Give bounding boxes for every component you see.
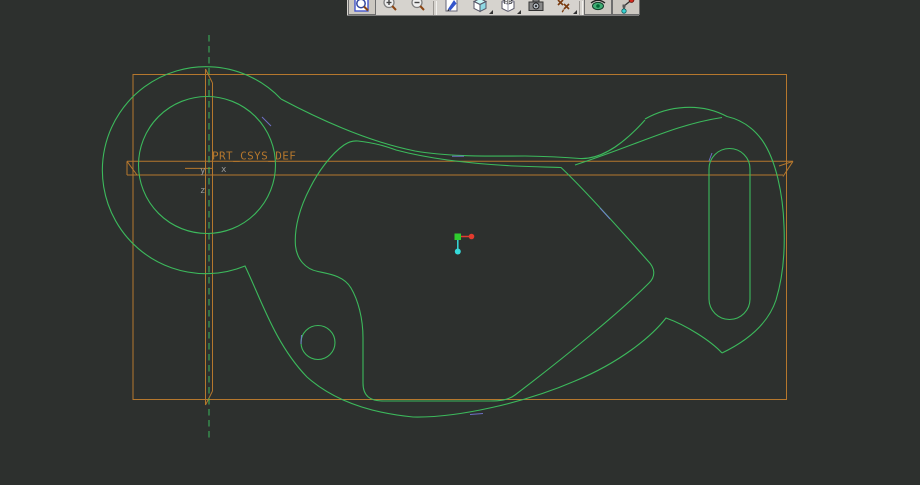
csys-name-label: PRT_CSYS_DEF [212, 150, 296, 163]
spin-center-y-axis-dot [455, 249, 461, 255]
slot-stadium [709, 149, 750, 320]
part-web-pocket-contour [295, 141, 654, 401]
part-outer-top-profile [281, 99, 645, 159]
part-flange-edge-line [575, 118, 722, 166]
datum-plane-left-notch [127, 161, 137, 175]
graphics-viewport[interactable]: PRT_CSYS_DEF y x z [0, 0, 920, 485]
spin-center-x-axis-dot [469, 234, 475, 240]
spin-center-origin-square [455, 234, 462, 241]
csys-axis-x-label: x [221, 165, 227, 175]
spin-center-marker [455, 234, 475, 255]
part-sketch-geometry [102, 67, 784, 417]
part-outer-bottom-profile [102, 67, 722, 417]
small-hole-circle [301, 326, 335, 360]
csys-axis-y-label: y [200, 166, 206, 176]
part-outer-boss-profile [645, 107, 784, 353]
cad-application-window: HB [0, 0, 920, 485]
csys-axis-z-label: z [200, 186, 205, 196]
hub-circle [139, 97, 276, 234]
